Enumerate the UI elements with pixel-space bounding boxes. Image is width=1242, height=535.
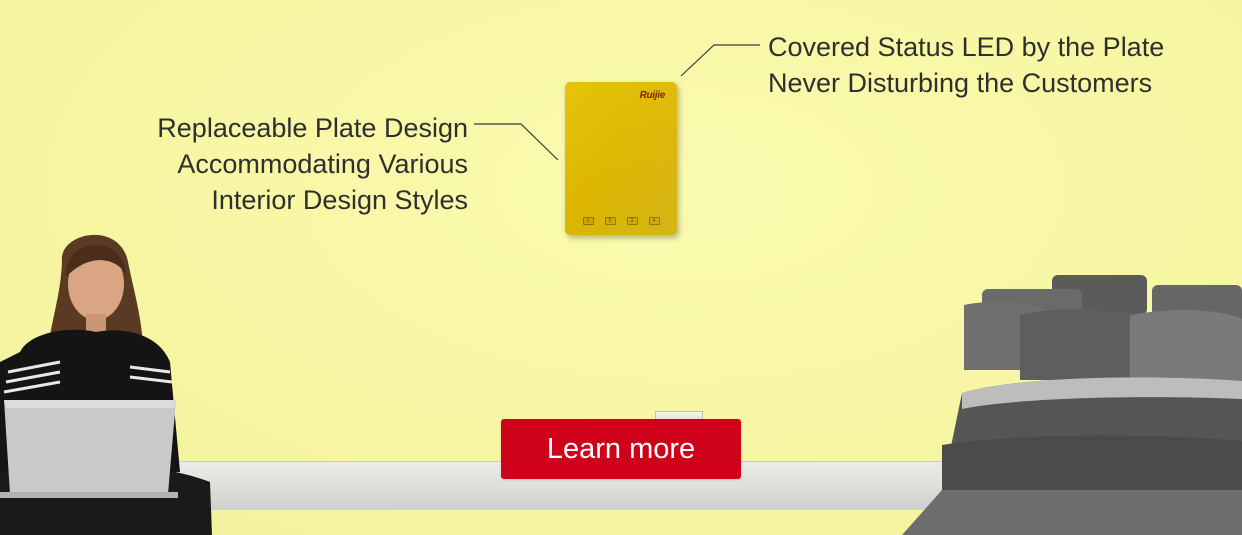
banner: Replaceable Plate Design Accommodating V… bbox=[0, 0, 1242, 535]
plate-design-callout: Replaceable Plate Design Accommodating V… bbox=[157, 110, 468, 218]
callout-left-line-1: Replaceable Plate Design bbox=[157, 113, 468, 143]
callout-left-line-3: Interior Design Styles bbox=[211, 185, 468, 215]
callout-left-line-2: Accommodating Various bbox=[177, 149, 468, 179]
status-led-callout: Covered Status LED by the Plate Never Di… bbox=[768, 29, 1164, 101]
port-4: 4 bbox=[648, 217, 660, 225]
woman-with-laptop-image bbox=[0, 234, 212, 535]
bed-image bbox=[902, 275, 1242, 535]
wall-access-point: Ruijie 1 2 3 4 bbox=[565, 82, 677, 235]
port-1: 1 bbox=[582, 217, 594, 225]
learn-more-button[interactable]: Learn more bbox=[501, 419, 741, 479]
port-2: 2 bbox=[604, 217, 616, 225]
port-3: 3 bbox=[626, 217, 638, 225]
left-leader-line bbox=[474, 123, 559, 161]
callout-right-line-1: Covered Status LED by the Plate bbox=[768, 32, 1165, 62]
port-row: 1 2 3 4 bbox=[565, 217, 677, 225]
right-leader-line bbox=[680, 44, 760, 77]
callout-right-line-2: Never Disturbing the Customers bbox=[768, 68, 1153, 98]
ruijie-logo: Ruijie bbox=[639, 90, 666, 101]
